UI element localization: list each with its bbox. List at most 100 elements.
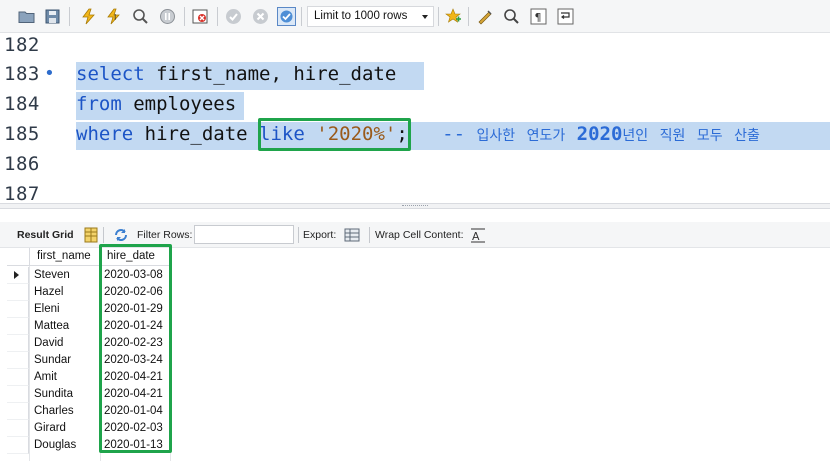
row-indicator[interactable] <box>7 369 29 386</box>
row-indicator[interactable] <box>7 437 29 454</box>
code-text: select first_name, hire_date <box>76 63 396 85</box>
editor-line: 182 <box>0 33 830 63</box>
comment-year: 2020 <box>576 123 623 145</box>
row-indicator[interactable] <box>7 386 29 403</box>
wrap-cell-icon[interactable]: A <box>470 227 486 243</box>
result-grid-tab[interactable]: Result Grid <box>17 229 74 241</box>
filter-rows-input[interactable] <box>194 225 294 244</box>
current-row-icon <box>14 271 19 279</box>
svg-text:I: I <box>114 13 116 22</box>
statement-marker-icon: • <box>44 63 55 84</box>
filter-rows-label: Filter Rows: <box>137 229 193 241</box>
row-indicator[interactable] <box>7 267 29 284</box>
toolbar-separator <box>298 227 299 243</box>
toolbar-separator <box>301 7 302 26</box>
invisible-chars-icon[interactable]: ¶ <box>530 8 547 25</box>
row-indicator[interactable] <box>7 403 29 420</box>
cell-first-name[interactable]: Mattea <box>30 318 100 335</box>
sql-editor[interactable]: 182 183 • select first_name, hire_date 1… <box>0 33 830 203</box>
limit-rows-select[interactable]: Limit to 1000 rows <box>307 6 434 27</box>
column-ref: hire_date <box>133 123 260 145</box>
annotation-box-hire-date <box>99 244 172 453</box>
row-indicator[interactable] <box>7 420 29 437</box>
comment-word: 년인 <box>622 128 649 144</box>
line-number: 187 <box>4 183 40 203</box>
cell-first-name[interactable]: Douglas <box>30 437 100 454</box>
result-grid[interactable]: first_name hire_date Steven 2020-03-08 H… <box>7 244 830 461</box>
table-name: employees <box>121 93 237 115</box>
cell-first-name[interactable]: Eleni <box>30 301 100 318</box>
keyword-from: from <box>76 93 122 115</box>
toolbar-separator <box>69 7 70 26</box>
cell-first-name[interactable]: Amit <box>30 369 100 386</box>
cell-first-name[interactable]: David <box>30 335 100 352</box>
stop-icon[interactable] <box>159 8 176 25</box>
wrap-icon[interactable] <box>557 8 574 25</box>
cell-first-name[interactable]: Steven <box>30 267 100 284</box>
line-number: 184 <box>4 93 40 115</box>
editor-line: 187 <box>0 182 830 203</box>
export-icon[interactable] <box>344 227 360 243</box>
svg-text:¶: ¶ <box>535 11 542 24</box>
wrap-cell-content-label: Wrap Cell Content: <box>375 229 464 241</box>
keyword-select: select <box>76 63 145 85</box>
editor-line: 185 where hire_date like '2020%'; -- 입사한… <box>0 118 830 152</box>
toolbar-separator <box>184 7 185 26</box>
line-number: 186 <box>4 153 40 175</box>
cell-first-name[interactable]: Sundita <box>30 386 100 403</box>
autocommit-icon[interactable] <box>277 7 296 26</box>
annotation-box-like-clause <box>258 118 411 151</box>
line-number: 182 <box>4 34 40 56</box>
row-indicator[interactable] <box>7 284 29 301</box>
limit-rows-value: Limit to 1000 rows <box>314 10 408 22</box>
panel-splitter[interactable] <box>0 203 830 209</box>
open-folder-icon[interactable] <box>18 8 35 25</box>
row-indicator[interactable] <box>7 318 29 335</box>
cell-first-name[interactable]: Hazel <box>30 284 100 301</box>
save-icon[interactable] <box>44 8 61 25</box>
export-label: Export: <box>303 229 337 241</box>
row-header-corner <box>7 248 30 266</box>
code-text: from employees <box>76 93 236 115</box>
find-icon[interactable] <box>503 8 520 25</box>
select-columns: first_name, hire_date <box>144 63 397 85</box>
toolbar-separator <box>369 227 370 243</box>
commit-icon[interactable] <box>225 8 242 25</box>
comment-word: 입사한 <box>476 128 516 144</box>
cell-first-name[interactable]: Charles <box>30 403 100 420</box>
column-header-first-name[interactable]: first_name <box>30 248 100 266</box>
toolbar-separator <box>468 7 469 26</box>
refresh-icon[interactable] <box>113 227 129 243</box>
toggle-error-icon[interactable] <box>192 8 209 25</box>
comment-word: 산출 <box>734 128 760 144</box>
line-number: 185 <box>4 123 40 145</box>
comment-word: 연도가 <box>526 128 566 144</box>
toolbar-separator <box>103 227 104 243</box>
row-indicator[interactable] <box>7 352 29 369</box>
keyword-where: where <box>76 123 134 145</box>
code-text: where hire_date like '2020%'; -- 입사한 연도가… <box>76 123 760 145</box>
cell-first-name[interactable]: Sundar <box>30 352 100 369</box>
comment-word: 직원 <box>659 128 686 144</box>
sql-editor-toolbar: I Limit to 1000 rows ¶ <box>0 0 830 33</box>
grid-view-icon[interactable] <box>83 227 99 243</box>
editor-line: 183 • select first_name, hire_date <box>0 62 830 92</box>
explain-icon[interactable] <box>132 8 149 25</box>
execute-icon[interactable] <box>80 8 97 25</box>
comment-word: 모두 <box>696 128 723 144</box>
editor-line: 186 <box>0 152 830 182</box>
execute-current-icon[interactable]: I <box>105 8 122 25</box>
svg-text:A: A <box>472 230 480 243</box>
splitter-grip-icon[interactable] <box>402 205 428 207</box>
row-indicator[interactable] <box>7 301 29 318</box>
comment-dash: -- <box>442 123 466 145</box>
cell-first-name[interactable]: Girard <box>30 420 100 437</box>
line-number: 183 <box>4 63 40 85</box>
toolbar-separator <box>217 7 218 26</box>
rollback-icon[interactable] <box>252 8 269 25</box>
row-indicator[interactable] <box>7 335 29 352</box>
toolbar-separator <box>438 7 439 26</box>
beautify-icon[interactable] <box>477 8 494 25</box>
editor-line: 184 from employees <box>0 92 830 122</box>
bookmark-icon[interactable] <box>445 8 462 25</box>
